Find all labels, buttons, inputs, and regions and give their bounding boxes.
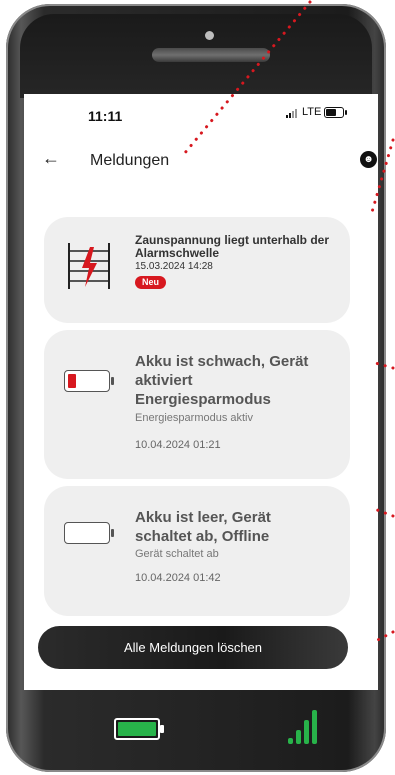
device-battery-icon: [114, 718, 164, 740]
page-title: Meldungen: [90, 152, 170, 169]
message-date: 10.04.2024 01:21: [135, 439, 221, 451]
app-screen: 11:11 LTE ← Meldungen ☻ Zaunspannung lie…: [24, 94, 378, 690]
back-arrow-icon[interactable]: ←: [42, 148, 60, 169]
phone-frame: 11:11 LTE ← Meldungen ☻ Zaunspannung lie…: [6, 4, 386, 772]
network-type: LTE: [302, 106, 322, 118]
cell-signal-icon: [286, 108, 297, 118]
earpiece-speaker: [152, 48, 270, 62]
message-card[interactable]: Akku ist schwach, Gerät aktiviert Energi…: [44, 330, 350, 479]
battery-empty-icon: [64, 522, 114, 544]
message-title: Akku ist leer, Gerät schaltet ab, Offlin…: [135, 509, 271, 545]
message-status: Gerät schaltet ab: [135, 548, 219, 560]
message-title: Zaunspannung liegt unterhalb der Alarmsc…: [135, 233, 330, 260]
status-battery-icon: [324, 107, 347, 118]
battery-low-icon: [64, 370, 114, 392]
message-title: Akku ist schwach, Gerät aktiviert Energi…: [135, 353, 309, 408]
message-status: Energiesparmodus aktiv: [135, 412, 254, 424]
new-badge: Neu: [135, 276, 167, 289]
phone-top-bezel: [20, 14, 372, 98]
message-card[interactable]: Akku ist leer, Gerät schaltet ab, Offlin…: [44, 486, 350, 616]
device-signal-icon: [288, 708, 317, 744]
fence-voltage-icon: [68, 243, 110, 289]
status-time: 11:11: [88, 108, 123, 124]
message-date: 15.03.2024 14:28: [135, 261, 213, 272]
message-card[interactable]: Zaunspannung liegt unterhalb der Alarmsc…: [44, 217, 350, 323]
status-bar: 11:11 LTE: [24, 94, 378, 134]
device-indicator-bar: [20, 692, 372, 772]
delete-all-button[interactable]: Alle Meldungen löschen: [38, 626, 348, 669]
brand-logo-icon[interactable]: ☻: [360, 151, 377, 168]
message-date: 10.04.2024 01:42: [135, 572, 221, 584]
app-bar: ← Meldungen ☻: [24, 142, 378, 182]
front-camera: [205, 31, 214, 40]
